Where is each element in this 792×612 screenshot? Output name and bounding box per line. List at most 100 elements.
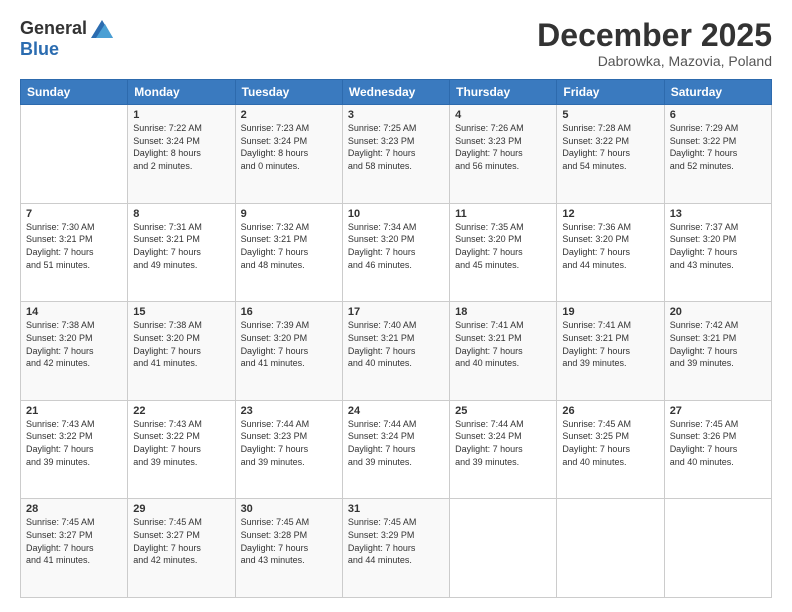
day-info: Sunrise: 7:43 AM Sunset: 3:22 PM Dayligh… xyxy=(26,418,122,468)
day-number: 7 xyxy=(26,208,122,220)
day-info: Sunrise: 7:45 AM Sunset: 3:26 PM Dayligh… xyxy=(670,418,766,468)
day-number: 10 xyxy=(348,208,444,220)
calendar-cell: 24Sunrise: 7:44 AM Sunset: 3:24 PM Dayli… xyxy=(342,400,449,499)
weekday-header: Friday xyxy=(557,80,664,105)
day-info: Sunrise: 7:38 AM Sunset: 3:20 PM Dayligh… xyxy=(133,319,229,369)
day-info: Sunrise: 7:38 AM Sunset: 3:20 PM Dayligh… xyxy=(26,319,122,369)
day-info: Sunrise: 7:45 AM Sunset: 3:27 PM Dayligh… xyxy=(133,516,229,566)
calendar-cell: 30Sunrise: 7:45 AM Sunset: 3:28 PM Dayli… xyxy=(235,499,342,598)
weekday-header: Thursday xyxy=(450,80,557,105)
day-info: Sunrise: 7:39 AM Sunset: 3:20 PM Dayligh… xyxy=(241,319,337,369)
weekday-header: Saturday xyxy=(664,80,771,105)
calendar-cell: 14Sunrise: 7:38 AM Sunset: 3:20 PM Dayli… xyxy=(21,302,128,401)
day-info: Sunrise: 7:45 AM Sunset: 3:27 PM Dayligh… xyxy=(26,516,122,566)
calendar-cell: 21Sunrise: 7:43 AM Sunset: 3:22 PM Dayli… xyxy=(21,400,128,499)
day-info: Sunrise: 7:37 AM Sunset: 3:20 PM Dayligh… xyxy=(670,221,766,271)
header: General Blue December 2025 Dabrowka, Maz… xyxy=(20,18,772,69)
day-info: Sunrise: 7:43 AM Sunset: 3:22 PM Dayligh… xyxy=(133,418,229,468)
calendar-cell: 12Sunrise: 7:36 AM Sunset: 3:20 PM Dayli… xyxy=(557,203,664,302)
day-info: Sunrise: 7:36 AM Sunset: 3:20 PM Dayligh… xyxy=(562,221,658,271)
calendar-week-row: 7Sunrise: 7:30 AM Sunset: 3:21 PM Daylig… xyxy=(21,203,772,302)
calendar-cell: 6Sunrise: 7:29 AM Sunset: 3:22 PM Daylig… xyxy=(664,105,771,204)
day-number: 13 xyxy=(670,208,766,220)
calendar-cell: 5Sunrise: 7:28 AM Sunset: 3:22 PM Daylig… xyxy=(557,105,664,204)
calendar-cell xyxy=(21,105,128,204)
calendar-cell xyxy=(664,499,771,598)
logo: General Blue xyxy=(20,18,113,60)
day-number: 1 xyxy=(133,109,229,121)
day-number: 2 xyxy=(241,109,337,121)
calendar-cell: 23Sunrise: 7:44 AM Sunset: 3:23 PM Dayli… xyxy=(235,400,342,499)
day-info: Sunrise: 7:29 AM Sunset: 3:22 PM Dayligh… xyxy=(670,122,766,172)
day-number: 29 xyxy=(133,503,229,515)
calendar: SundayMondayTuesdayWednesdayThursdayFrid… xyxy=(20,79,772,598)
day-info: Sunrise: 7:41 AM Sunset: 3:21 PM Dayligh… xyxy=(455,319,551,369)
day-info: Sunrise: 7:45 AM Sunset: 3:28 PM Dayligh… xyxy=(241,516,337,566)
day-number: 21 xyxy=(26,405,122,417)
day-info: Sunrise: 7:30 AM Sunset: 3:21 PM Dayligh… xyxy=(26,221,122,271)
day-info: Sunrise: 7:44 AM Sunset: 3:24 PM Dayligh… xyxy=(348,418,444,468)
calendar-cell: 2Sunrise: 7:23 AM Sunset: 3:24 PM Daylig… xyxy=(235,105,342,204)
logo-blue-text: Blue xyxy=(20,39,59,60)
title-block: December 2025 Dabrowka, Mazovia, Poland xyxy=(537,18,772,69)
day-number: 31 xyxy=(348,503,444,515)
weekday-header: Tuesday xyxy=(235,80,342,105)
day-number: 30 xyxy=(241,503,337,515)
weekday-header: Wednesday xyxy=(342,80,449,105)
day-number: 22 xyxy=(133,405,229,417)
calendar-cell: 26Sunrise: 7:45 AM Sunset: 3:25 PM Dayli… xyxy=(557,400,664,499)
page: General Blue December 2025 Dabrowka, Maz… xyxy=(0,0,792,612)
day-info: Sunrise: 7:34 AM Sunset: 3:20 PM Dayligh… xyxy=(348,221,444,271)
day-number: 14 xyxy=(26,306,122,318)
location: Dabrowka, Mazovia, Poland xyxy=(537,53,772,69)
day-number: 20 xyxy=(670,306,766,318)
day-info: Sunrise: 7:25 AM Sunset: 3:23 PM Dayligh… xyxy=(348,122,444,172)
day-number: 5 xyxy=(562,109,658,121)
day-number: 4 xyxy=(455,109,551,121)
day-info: Sunrise: 7:23 AM Sunset: 3:24 PM Dayligh… xyxy=(241,122,337,172)
calendar-cell: 25Sunrise: 7:44 AM Sunset: 3:24 PM Dayli… xyxy=(450,400,557,499)
day-number: 26 xyxy=(562,405,658,417)
day-number: 8 xyxy=(133,208,229,220)
calendar-cell: 31Sunrise: 7:45 AM Sunset: 3:29 PM Dayli… xyxy=(342,499,449,598)
calendar-cell: 3Sunrise: 7:25 AM Sunset: 3:23 PM Daylig… xyxy=(342,105,449,204)
day-info: Sunrise: 7:40 AM Sunset: 3:21 PM Dayligh… xyxy=(348,319,444,369)
calendar-cell: 1Sunrise: 7:22 AM Sunset: 3:24 PM Daylig… xyxy=(128,105,235,204)
calendar-cell: 22Sunrise: 7:43 AM Sunset: 3:22 PM Dayli… xyxy=(128,400,235,499)
day-number: 12 xyxy=(562,208,658,220)
day-number: 19 xyxy=(562,306,658,318)
calendar-week-row: 14Sunrise: 7:38 AM Sunset: 3:20 PM Dayli… xyxy=(21,302,772,401)
day-number: 28 xyxy=(26,503,122,515)
day-number: 16 xyxy=(241,306,337,318)
calendar-cell: 4Sunrise: 7:26 AM Sunset: 3:23 PM Daylig… xyxy=(450,105,557,204)
day-info: Sunrise: 7:45 AM Sunset: 3:29 PM Dayligh… xyxy=(348,516,444,566)
day-number: 11 xyxy=(455,208,551,220)
day-info: Sunrise: 7:41 AM Sunset: 3:21 PM Dayligh… xyxy=(562,319,658,369)
day-number: 6 xyxy=(670,109,766,121)
calendar-cell: 7Sunrise: 7:30 AM Sunset: 3:21 PM Daylig… xyxy=(21,203,128,302)
calendar-cell: 8Sunrise: 7:31 AM Sunset: 3:21 PM Daylig… xyxy=(128,203,235,302)
day-info: Sunrise: 7:31 AM Sunset: 3:21 PM Dayligh… xyxy=(133,221,229,271)
calendar-cell: 13Sunrise: 7:37 AM Sunset: 3:20 PM Dayli… xyxy=(664,203,771,302)
day-number: 9 xyxy=(241,208,337,220)
day-number: 17 xyxy=(348,306,444,318)
calendar-cell: 29Sunrise: 7:45 AM Sunset: 3:27 PM Dayli… xyxy=(128,499,235,598)
logo-general-text: General xyxy=(20,18,87,39)
weekday-header: Sunday xyxy=(21,80,128,105)
calendar-header-row: SundayMondayTuesdayWednesdayThursdayFrid… xyxy=(21,80,772,105)
calendar-cell: 17Sunrise: 7:40 AM Sunset: 3:21 PM Dayli… xyxy=(342,302,449,401)
day-number: 15 xyxy=(133,306,229,318)
calendar-cell: 19Sunrise: 7:41 AM Sunset: 3:21 PM Dayli… xyxy=(557,302,664,401)
calendar-cell: 28Sunrise: 7:45 AM Sunset: 3:27 PM Dayli… xyxy=(21,499,128,598)
calendar-cell xyxy=(450,499,557,598)
day-number: 24 xyxy=(348,405,444,417)
day-number: 27 xyxy=(670,405,766,417)
calendar-cell xyxy=(557,499,664,598)
day-info: Sunrise: 7:26 AM Sunset: 3:23 PM Dayligh… xyxy=(455,122,551,172)
calendar-cell: 9Sunrise: 7:32 AM Sunset: 3:21 PM Daylig… xyxy=(235,203,342,302)
day-info: Sunrise: 7:44 AM Sunset: 3:24 PM Dayligh… xyxy=(455,418,551,468)
month-title: December 2025 xyxy=(537,18,772,53)
calendar-cell: 16Sunrise: 7:39 AM Sunset: 3:20 PM Dayli… xyxy=(235,302,342,401)
calendar-cell: 11Sunrise: 7:35 AM Sunset: 3:20 PM Dayli… xyxy=(450,203,557,302)
day-number: 18 xyxy=(455,306,551,318)
